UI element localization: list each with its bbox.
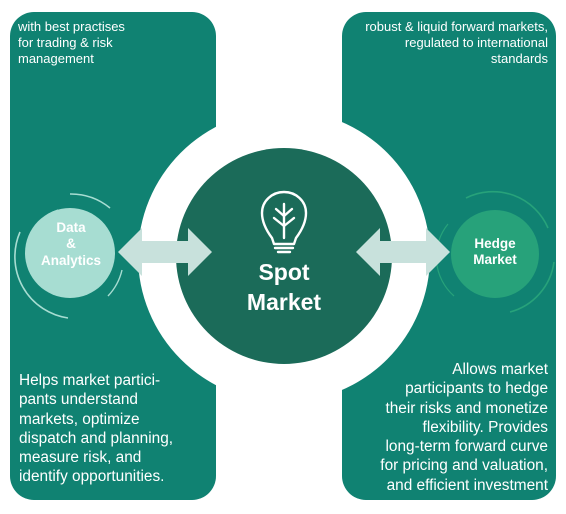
data-analytics-line2: & <box>66 236 76 252</box>
data-analytics-label: Data & Analytics <box>25 220 117 269</box>
spot-market-line2: Market <box>246 288 322 315</box>
data-arc-inner-right <box>107 269 123 297</box>
data-analytics-line1: Data <box>56 220 86 235</box>
data-arc-outer-top <box>69 193 111 209</box>
spot-market-line1: Spot <box>258 259 310 285</box>
spot-market-circle <box>176 148 392 364</box>
hedge-market-label: Hedge Market <box>450 236 540 269</box>
hedge-market-line2: Market <box>473 252 517 268</box>
spot-market-label: Spot Market <box>204 258 364 318</box>
hedge-market-line1: Hedge <box>474 236 516 251</box>
data-analytics-line3: Analytics <box>40 252 102 268</box>
